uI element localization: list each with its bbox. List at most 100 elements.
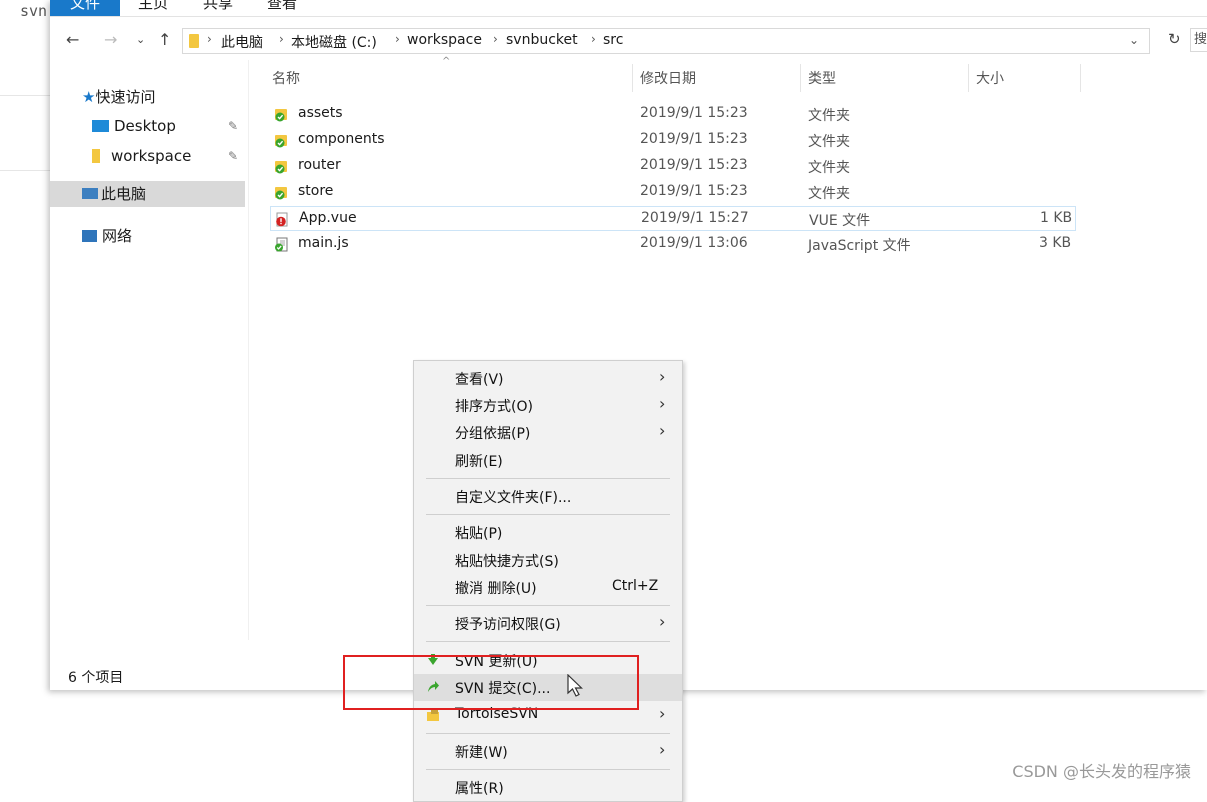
address-dropdown-chevron-icon[interactable]: ⌄ bbox=[1129, 33, 1139, 47]
folder-icon bbox=[189, 34, 199, 48]
refresh-icon[interactable]: ↻ bbox=[1168, 30, 1181, 48]
file-name: router bbox=[298, 157, 341, 173]
file-date: 2019/9/1 15:23 bbox=[640, 131, 748, 147]
menu-item-label: 新建(W) bbox=[455, 745, 508, 761]
file-name: App.vue bbox=[299, 210, 357, 226]
breadcrumb-separator-icon[interactable]: › bbox=[279, 32, 284, 46]
column-header-size[interactable]: 大小 bbox=[976, 68, 1004, 88]
menu-item-label: 自定义文件夹(F)... bbox=[455, 490, 572, 506]
menu-item-label: 授予访问权限(G) bbox=[455, 617, 561, 633]
back-arrow-icon[interactable]: ← bbox=[66, 30, 79, 49]
file-row-app-vue[interactable]: App.vue 2019/9/1 15:27 VUE 文件 1 KB bbox=[270, 206, 1076, 231]
ribbon-tab-home[interactable]: 主页 bbox=[138, 0, 168, 16]
file-date: 2019/9/1 15:23 bbox=[640, 105, 748, 121]
chevron-right-icon: › bbox=[659, 394, 666, 413]
forward-arrow-icon[interactable]: → bbox=[104, 30, 117, 49]
chevron-right-icon: › bbox=[659, 740, 666, 759]
file-name: store bbox=[298, 183, 334, 199]
menu-item-label: 查看(V) bbox=[455, 372, 504, 388]
breadcrumb-src[interactable]: src bbox=[603, 32, 623, 48]
sidebar-item-this-pc[interactable]: 此电脑 bbox=[50, 181, 245, 207]
svn-normal-js-file-icon bbox=[275, 237, 288, 252]
column-divider[interactable] bbox=[632, 64, 633, 92]
menu-item-customize-folder[interactable]: 自定义文件夹(F)... bbox=[414, 483, 682, 510]
menu-item-shortcut: Ctrl+Z bbox=[612, 578, 659, 594]
search-input[interactable]: 搜 bbox=[1190, 28, 1207, 52]
menu-item-label: 排序方式(O) bbox=[455, 399, 533, 415]
background-divider bbox=[0, 95, 50, 96]
menu-item-sort-by[interactable]: 排序方式(O) › bbox=[414, 392, 682, 419]
ribbon-tab-share[interactable]: 共享 bbox=[203, 0, 233, 16]
file-row-components[interactable]: components 2019/9/1 15:23 文件夹 bbox=[270, 128, 1076, 153]
address-row: ← → ⌄ ↑ › 此电脑 › 本地磁盘 (C:) › workspace › … bbox=[50, 24, 1207, 58]
menu-separator bbox=[426, 641, 670, 642]
annotation-highlight-box bbox=[343, 655, 639, 710]
menu-item-label: 刷新(E) bbox=[455, 454, 503, 470]
menu-separator bbox=[426, 514, 670, 515]
column-header-date[interactable]: 修改日期 bbox=[640, 68, 696, 88]
breadcrumb-separator-icon[interactable]: › bbox=[493, 32, 498, 46]
pin-icon[interactable]: ✎ bbox=[228, 149, 238, 163]
address-bar[interactable]: › 此电脑 › 本地磁盘 (C:) › workspace › svnbucke… bbox=[182, 28, 1150, 54]
svn-normal-folder-icon bbox=[275, 161, 287, 174]
sidebar-item-desktop[interactable]: Desktop bbox=[92, 113, 176, 139]
breadcrumb-separator-icon[interactable]: › bbox=[207, 32, 212, 46]
svn-normal-folder-icon bbox=[275, 135, 287, 148]
menu-item-properties[interactable]: 属性(R) bbox=[414, 774, 682, 801]
menu-item-undo-delete[interactable]: 撤消 删除(U) Ctrl+Z bbox=[414, 574, 682, 601]
recent-chevron-icon[interactable]: ⌄ bbox=[136, 33, 145, 46]
menu-item-paste[interactable]: 粘贴(P) bbox=[414, 519, 682, 546]
menu-item-label: 属性(R) bbox=[455, 781, 504, 797]
column-divider[interactable] bbox=[968, 64, 969, 92]
file-size: 1 KB bbox=[1040, 210, 1073, 226]
svn-normal-folder-icon bbox=[275, 187, 287, 200]
menu-separator bbox=[426, 769, 670, 770]
pane-splitter[interactable] bbox=[248, 60, 249, 640]
column-divider[interactable] bbox=[800, 64, 801, 92]
menu-item-group-by[interactable]: 分组依据(P) › bbox=[414, 419, 682, 446]
breadcrumb-separator-icon[interactable]: › bbox=[395, 32, 400, 46]
ribbon-tab-view[interactable]: 查看 bbox=[267, 0, 297, 16]
pin-icon[interactable]: ✎ bbox=[228, 119, 238, 133]
column-divider[interactable] bbox=[1080, 64, 1081, 92]
file-name: main.js bbox=[298, 235, 349, 251]
menu-item-view[interactable]: 查看(V) › bbox=[414, 365, 682, 392]
file-date: 2019/9/1 13:06 bbox=[640, 235, 748, 251]
menu-item-give-access[interactable]: 授予访问权限(G) › bbox=[414, 610, 682, 637]
file-date: 2019/9/1 15:23 bbox=[640, 183, 748, 199]
file-name: assets bbox=[298, 105, 343, 121]
sidebar-item-label: workspace bbox=[111, 147, 192, 165]
menu-item-label: 粘贴快捷方式(S) bbox=[455, 554, 559, 570]
computer-icon bbox=[82, 188, 98, 199]
sidebar-item-network[interactable]: 网络 bbox=[82, 223, 132, 249]
file-date: 2019/9/1 15:23 bbox=[640, 157, 748, 173]
ribbon-tab-file[interactable]: 文件 bbox=[50, 0, 120, 16]
file-type: VUE 文件 bbox=[809, 213, 871, 229]
breadcrumb-separator-icon[interactable]: › bbox=[591, 32, 596, 46]
breadcrumb-this-pc[interactable]: 此电脑 bbox=[221, 32, 263, 52]
file-row-store[interactable]: store 2019/9/1 15:23 文件夹 bbox=[270, 180, 1076, 205]
menu-item-new[interactable]: 新建(W) › bbox=[414, 738, 682, 765]
file-date: 2019/9/1 15:27 bbox=[641, 210, 749, 226]
sidebar-item-workspace[interactable]: workspace bbox=[92, 143, 191, 169]
column-header-name[interactable]: 名称 bbox=[272, 68, 300, 88]
breadcrumb-svnbucket[interactable]: svnbucket bbox=[506, 32, 578, 48]
sidebar-quick-access[interactable]: ★快速访问 bbox=[82, 84, 155, 110]
folder-icon bbox=[92, 149, 100, 163]
file-row-router[interactable]: router 2019/9/1 15:23 文件夹 bbox=[270, 154, 1076, 179]
watermark-text: CSDN @长头发的程序猿 bbox=[1012, 762, 1191, 781]
sidebar-item-label: 此电脑 bbox=[101, 185, 147, 203]
sort-ascending-icon: ^ bbox=[442, 56, 451, 67]
file-row-main-js[interactable]: main.js 2019/9/1 13:06 JavaScript 文件 3 K… bbox=[270, 232, 1076, 257]
menu-item-paste-shortcut[interactable]: 粘贴快捷方式(S) bbox=[414, 547, 682, 574]
background-app-label: svn bbox=[20, 2, 48, 20]
breadcrumb-workspace[interactable]: workspace bbox=[407, 32, 482, 48]
menu-item-refresh[interactable]: 刷新(E) bbox=[414, 447, 682, 474]
breadcrumb-local-disk[interactable]: 本地磁盘 (C:) bbox=[291, 32, 377, 52]
network-icon bbox=[82, 230, 97, 242]
up-arrow-icon[interactable]: ↑ bbox=[158, 30, 171, 49]
menu-item-label: 分组依据(P) bbox=[455, 426, 531, 442]
column-header-type[interactable]: 类型 bbox=[808, 68, 836, 88]
file-row-assets[interactable]: assets 2019/9/1 15:23 文件夹 bbox=[270, 102, 1076, 127]
chevron-right-icon: › bbox=[659, 367, 666, 386]
